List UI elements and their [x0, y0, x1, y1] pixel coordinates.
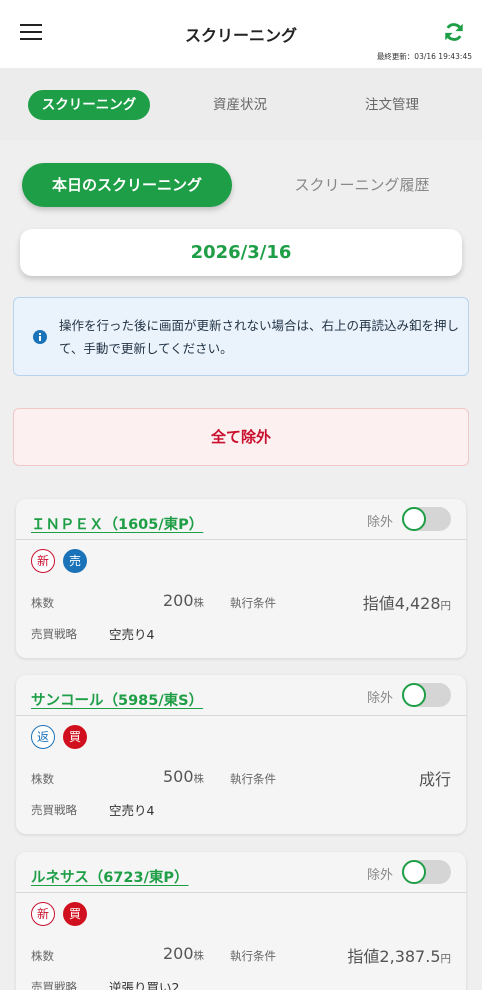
strategy-value: 空売り4 — [109, 803, 155, 818]
quantity-value: 200株 — [162, 944, 204, 963]
condition-value: 指値4,428円 — [362, 594, 451, 613]
refresh-icon[interactable] — [443, 21, 465, 43]
page-title: スクリーニング — [184, 26, 297, 45]
exclude-toggle[interactable] — [402, 860, 451, 884]
last-updated-timestamp: 最終更新：03/16 19:43:45 — [376, 52, 472, 61]
card-divider — [16, 539, 466, 540]
badge-sell: 売 — [63, 549, 87, 573]
info-icon — [33, 330, 47, 344]
tab-assets[interactable]: 資産状況 — [190, 90, 290, 120]
exclude-label: 除外 — [367, 868, 394, 883]
subtab-history[interactable]: スクリーニング履歴 — [262, 163, 462, 207]
exclude-toggle[interactable] — [402, 683, 451, 707]
exclude-all-button[interactable]: 全て除外 — [13, 408, 469, 466]
badge-new: 新 — [31, 902, 55, 926]
stock-title-link[interactable]: サンコール（5985/東S） — [31, 689, 203, 710]
condition-label: 執行条件 — [230, 949, 276, 963]
main-tabs: スクリーニング 資産状況 注文管理 — [0, 68, 482, 140]
strategy-value: 逆張り買い2 — [109, 980, 180, 990]
quantity-value: 200株 — [162, 591, 204, 610]
badge-new: 新 — [31, 549, 55, 573]
quantity-label: 株数 — [31, 772, 54, 786]
card-divider — [16, 715, 466, 716]
quantity-value: 500株 — [162, 767, 204, 786]
stock-title-link[interactable]: ルネサス（6723/東P） — [31, 866, 189, 887]
quantity-label: 株数 — [31, 949, 54, 963]
screening-subtabs: 本日のスクリーニング スクリーニング履歴 — [0, 140, 482, 230]
stock-title-link[interactable]: ＩＮＰＥＸ（1605/東P） — [31, 513, 203, 534]
stock-card: サンコール（5985/東S） 除外 返 買 株数 500株 執行条件 成行 売買… — [16, 675, 466, 834]
condition-label: 執行条件 — [230, 596, 276, 610]
badge-buy: 買 — [63, 902, 87, 926]
subtab-today[interactable]: 本日のスクリーニング — [22, 163, 232, 207]
stock-card: ルネサス（6723/東P） 除外 新 買 株数 200株 執行条件 指値2,38… — [16, 852, 466, 990]
condition-value: 指値2,387.5円 — [347, 947, 451, 966]
stock-card: ＩＮＰＥＸ（1605/東P） 除外 新 売 株数 200株 執行条件 指値4,4… — [16, 499, 466, 658]
quantity-label: 株数 — [31, 596, 54, 610]
condition-label: 執行条件 — [230, 772, 276, 786]
condition-value: 成行 — [418, 770, 451, 789]
screening-date: 2026/3/16 — [20, 229, 462, 276]
strategy-label: 売買戦略 — [31, 980, 77, 990]
badge-buy: 買 — [63, 725, 87, 749]
exclude-label: 除外 — [367, 691, 394, 706]
app-header: スクリーニング 最終更新：03/16 19:43:45 — [0, 0, 482, 68]
strategy-label: 売買戦略 — [31, 803, 77, 817]
info-notice: 操作を行った後に画面が更新されない場合は、右上の再読込み釦を押して、手動で更新し… — [13, 297, 469, 376]
tab-orders[interactable]: 注文管理 — [342, 90, 442, 120]
badge-return: 返 — [31, 725, 55, 749]
exclude-label: 除外 — [367, 515, 394, 530]
exclude-toggle[interactable] — [402, 507, 451, 531]
strategy-value: 空売り4 — [109, 627, 155, 642]
strategy-label: 売買戦略 — [31, 627, 77, 641]
card-divider — [16, 892, 466, 893]
notice-text: 操作を行った後に画面が更新されない場合は、右上の再読込み釦を押して、手動で更新し… — [59, 318, 460, 356]
tab-screening[interactable]: スクリーニング — [28, 90, 150, 120]
